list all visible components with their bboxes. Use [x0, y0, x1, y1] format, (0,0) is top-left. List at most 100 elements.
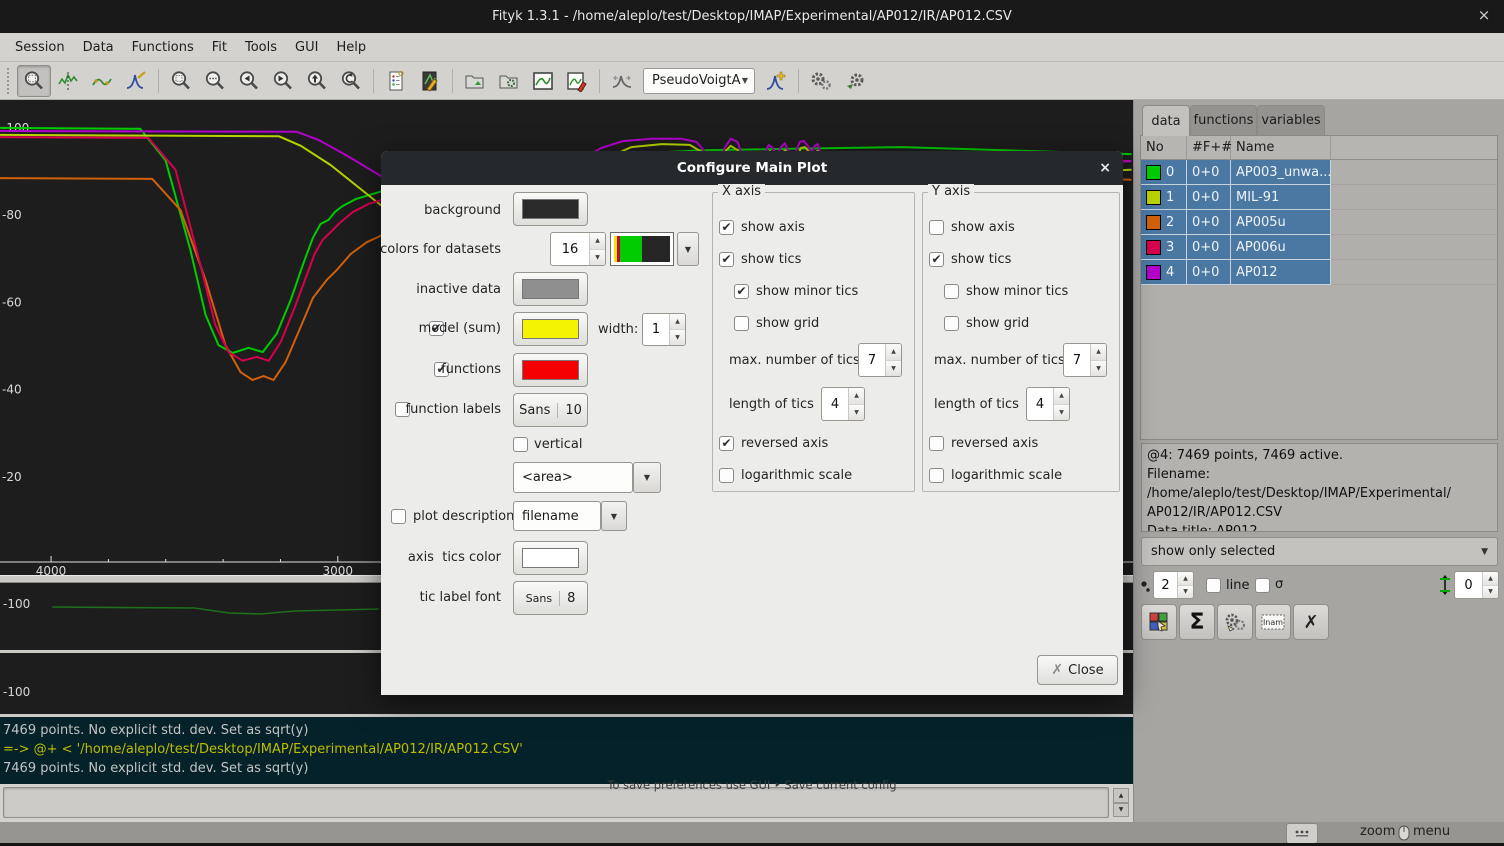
column-header-f[interactable]: #F+#	[1187, 136, 1231, 159]
zoom-left-button[interactable]	[232, 65, 266, 97]
menu-fit[interactable]: Fit	[203, 36, 236, 59]
table-row[interactable]: 40+0AP012	[1141, 260, 1497, 285]
title-bar[interactable]: Fityk 1.3.1 - /home/aleplo/test/Desktop/…	[0, 0, 1504, 33]
menu-gui[interactable]: GUI	[286, 36, 327, 59]
y-reversed-axis-checkbox[interactable]	[929, 436, 944, 451]
dataset-color-swatch[interactable]	[1146, 265, 1161, 280]
x-tic-length-spinner[interactable]: 4 ▲▼	[821, 387, 865, 421]
menu-session[interactable]: Session	[6, 36, 74, 59]
label-format-dropdown-button[interactable]: ▼	[633, 462, 661, 493]
data-editor-button[interactable]	[413, 65, 447, 97]
command-history-spinner[interactable]: ▲ ▼	[1113, 788, 1129, 817]
data-properties-button[interactable]	[379, 65, 413, 97]
y-show-axis-checkbox[interactable]	[929, 220, 944, 235]
y-log-scale-checkbox[interactable]	[929, 468, 944, 483]
select-zoom-mode-button[interactable]	[17, 65, 51, 97]
column-header-name[interactable]: Name	[1231, 136, 1331, 159]
show-only-selected-dropdown[interactable]: show only selected ▼	[1141, 537, 1498, 566]
y-show-minor-tics-checkbox[interactable]	[944, 284, 959, 299]
point-size-spinner[interactable]: 2 ▲▼	[1153, 571, 1194, 599]
column-header-no[interactable]: No	[1141, 136, 1187, 159]
dataset-colors-preview[interactable]	[610, 232, 674, 266]
dataset-color-swatch[interactable]	[1146, 240, 1161, 255]
sum-button[interactable]: Σ	[1179, 604, 1215, 640]
table-row[interactable]: 30+0AP006u	[1141, 235, 1497, 260]
zoom-vertical-button[interactable]	[300, 65, 334, 97]
functions-color-button[interactable]	[513, 353, 588, 387]
table-row[interactable]: 20+0AP005u	[1141, 210, 1497, 235]
delete-dataset-button[interactable]: ✗	[1293, 604, 1329, 640]
label-font-button[interactable]: Sans 10	[513, 393, 588, 427]
y-shift-spinner[interactable]: 0 ▲▼	[1454, 571, 1499, 599]
table-row[interactable]: 00+0AP003_unwa...	[1141, 160, 1497, 185]
dataset-table[interactable]: No#F+#Name00+0AP003_unwa...10+0MIL-9120+…	[1140, 135, 1498, 440]
label-format-combo[interactable]: <area>	[513, 462, 633, 493]
tic-font-button[interactable]: Sans 8	[513, 581, 588, 615]
line-checkbox[interactable]	[1206, 578, 1221, 593]
sigma-checkbox[interactable]	[1255, 578, 1270, 593]
dataset-color-swatch[interactable]	[1146, 165, 1161, 180]
vertical-checkbox[interactable]	[513, 437, 528, 452]
dataset-color-swatch[interactable]	[1146, 190, 1161, 205]
x-show-minor-tics-checkbox[interactable]: ✔	[734, 284, 749, 299]
zoom-right-button[interactable]	[266, 65, 300, 97]
data-names-button[interactable]: Inam	[1255, 604, 1291, 640]
save-image-button[interactable]	[526, 65, 560, 97]
toolbar-separator	[158, 69, 159, 93]
y-show-grid-checkbox[interactable]	[944, 316, 959, 331]
background-color-button[interactable]	[513, 192, 588, 226]
menu-help[interactable]: Help	[327, 36, 375, 59]
data-range-mode-button[interactable]	[51, 65, 85, 97]
table-header[interactable]: No#F+#Name	[1141, 136, 1497, 160]
x-max-tics-spinner[interactable]: 7 ▲▼	[858, 343, 902, 377]
add-function-button[interactable]	[759, 65, 793, 97]
tab-functions[interactable]: functions	[1190, 105, 1257, 135]
model-width-spinner[interactable]: 1 ▲▼	[642, 313, 686, 346]
dataset-color-swatch[interactable]	[1146, 215, 1161, 230]
y-show-tics-checkbox[interactable]: ✔	[929, 252, 944, 267]
tab-variables[interactable]: variables	[1257, 105, 1325, 135]
plot-description-dropdown-button[interactable]: ▼	[601, 501, 627, 531]
dataset-colors-button[interactable]	[1141, 604, 1177, 640]
window-close-icon[interactable]: ×	[1474, 6, 1494, 24]
tab-data[interactable]: data	[1142, 105, 1190, 136]
fit-undo-button[interactable]	[838, 65, 872, 97]
output-console[interactable]: 7469 points. No explicit std. dev. Set a…	[0, 717, 1133, 784]
zoom-horizontal-button[interactable]	[198, 65, 232, 97]
x-show-axis-checkbox[interactable]: ✔	[719, 220, 734, 235]
dialog-close-icon[interactable]: ×	[1099, 160, 1111, 176]
status-config-button[interactable]	[1286, 823, 1318, 844]
fit-run-button[interactable]	[804, 65, 838, 97]
x-reversed-axis-checkbox[interactable]: ✔	[719, 436, 734, 451]
dataset-colors-count-spinner[interactable]: 16 ▲▼	[550, 232, 606, 266]
zoom-undo-button[interactable]	[334, 65, 368, 97]
y-tic-length-spinner[interactable]: 4 ▲▼	[1026, 387, 1070, 421]
execute-script-button[interactable]	[492, 65, 526, 97]
menu-tools[interactable]: Tools	[236, 36, 286, 59]
console-line: 7469 points. No explicit std. dev. Set a…	[3, 721, 1130, 740]
save-session-button[interactable]	[560, 65, 594, 97]
dataset-colors-dropdown-button[interactable]: ▼	[677, 232, 699, 266]
menu-data[interactable]: Data	[74, 36, 123, 59]
plot-description-checkbox[interactable]	[391, 509, 406, 524]
y-max-tics-spinner[interactable]: 7 ▲▼	[1063, 343, 1107, 377]
function-type-combo[interactable]: PseudoVoigtA▼	[643, 68, 755, 94]
apply-functions-button[interactable]	[1217, 604, 1253, 640]
x-show-tics-checkbox[interactable]: ✔	[719, 252, 734, 267]
inactive-data-color-button[interactable]	[513, 272, 588, 306]
guess-peak-button[interactable]	[605, 65, 639, 97]
model-color-button[interactable]	[513, 312, 588, 346]
zoom-all-button[interactable]	[164, 65, 198, 97]
close-button[interactable]: ✗ Close	[1037, 655, 1118, 685]
axis-tics-color-button[interactable]	[513, 541, 588, 575]
add-peak-mode-button[interactable]	[119, 65, 153, 97]
baseline-mode-button[interactable]	[85, 65, 119, 97]
x-log-scale-checkbox[interactable]	[719, 468, 734, 483]
menu-functions[interactable]: Functions	[123, 36, 203, 59]
history-down-icon[interactable]: ▼	[1113, 803, 1129, 818]
table-row[interactable]: 10+0MIL-91	[1141, 185, 1497, 210]
open-file-button[interactable]	[458, 65, 492, 97]
plot-description-combo[interactable]: filename	[513, 501, 601, 531]
x-show-grid-checkbox[interactable]	[734, 316, 749, 331]
dialog-header[interactable]: Configure Main Plot ×	[381, 151, 1123, 185]
